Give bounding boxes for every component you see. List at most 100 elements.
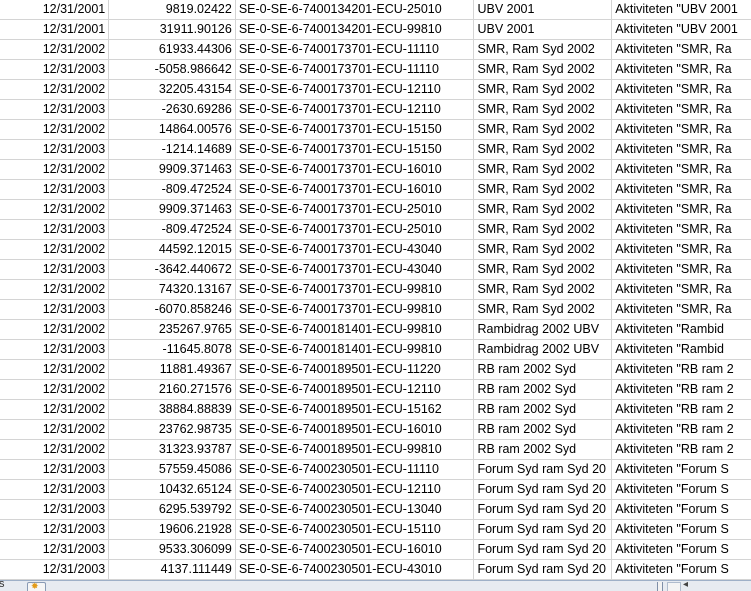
cell-date[interactable]: 12/31/2002: [0, 319, 110, 340]
cell-account-code[interactable]: SE-0-SE-6-7400189501-ECU-99810: [235, 439, 475, 460]
cell-project[interactable]: Forum Syd ram Syd 20: [473, 539, 613, 560]
cell-project[interactable]: SMR, Ram Syd 2002: [473, 99, 613, 120]
cell-description[interactable]: Aktiviteten "RB ram 2: [611, 419, 751, 440]
cell-account-code[interactable]: SE-0-SE-6-7400173701-ECU-25010: [235, 199, 475, 220]
cell-amount[interactable]: 57559.45086: [108, 459, 236, 480]
cell-account-code[interactable]: SE-0-SE-6-7400230501-ECU-13040: [235, 499, 475, 520]
cell-date[interactable]: 12/31/2002: [0, 439, 110, 460]
cell-description[interactable]: Aktiviteten "Rambid: [611, 339, 751, 360]
cell-description[interactable]: Aktiviteten "SMR, Ra: [611, 199, 751, 220]
cell-description[interactable]: Aktiviteten "SMR, Ra: [611, 259, 751, 280]
cell-project[interactable]: RB ram 2002 Syd: [473, 359, 613, 380]
cell-amount[interactable]: -809.472524: [108, 219, 236, 240]
cell-account-code[interactable]: SE-0-SE-6-7400173701-ECU-43040: [235, 239, 475, 260]
cell-project[interactable]: SMR, Ram Syd 2002: [473, 199, 613, 220]
cell-date[interactable]: 12/31/2001: [0, 19, 110, 40]
cell-amount[interactable]: 61933.44306: [108, 39, 236, 60]
cell-amount[interactable]: 9819.02422: [108, 0, 236, 20]
cell-description[interactable]: Aktiviteten "Forum S: [611, 539, 751, 560]
cell-project[interactable]: Forum Syd ram Syd 20: [473, 519, 613, 540]
cell-project[interactable]: Forum Syd ram Syd 20: [473, 559, 613, 580]
cell-project[interactable]: UBV 2001: [473, 0, 613, 20]
cell-date[interactable]: 12/31/2002: [0, 379, 110, 400]
cell-description[interactable]: Aktiviteten "SMR, Ra: [611, 179, 751, 200]
cell-amount[interactable]: 235267.9765: [108, 319, 236, 340]
cell-account-code[interactable]: SE-0-SE-6-7400189501-ECU-11220: [235, 359, 475, 380]
cell-date[interactable]: 12/31/2001: [0, 0, 110, 20]
cell-description[interactable]: Aktiviteten "UBV 2001: [611, 19, 751, 40]
cell-project[interactable]: RB ram 2002 Syd: [473, 419, 613, 440]
cell-description[interactable]: Aktiviteten "Rambid: [611, 319, 751, 340]
cell-description[interactable]: Aktiviteten "Forum S: [611, 459, 751, 480]
cell-account-code[interactable]: SE-0-SE-6-7400189501-ECU-16010: [235, 419, 475, 440]
cell-project[interactable]: SMR, Ram Syd 2002: [473, 239, 613, 260]
cell-amount[interactable]: 44592.12015: [108, 239, 236, 260]
cell-amount[interactable]: 11881.49367: [108, 359, 236, 380]
cell-project[interactable]: SMR, Ram Syd 2002: [473, 39, 613, 60]
cell-account-code[interactable]: SE-0-SE-6-7400189501-ECU-12110: [235, 379, 475, 400]
cell-amount[interactable]: 9909.371463: [108, 199, 236, 220]
cell-account-code[interactable]: SE-0-SE-6-7400173701-ECU-99810: [235, 299, 475, 320]
cell-project[interactable]: Rambidrag 2002 UBV: [473, 339, 613, 360]
cell-date[interactable]: 12/31/2003: [0, 179, 110, 200]
cell-date[interactable]: 12/31/2002: [0, 79, 110, 100]
cell-date[interactable]: 12/31/2002: [0, 279, 110, 300]
cell-project[interactable]: SMR, Ram Syd 2002: [473, 59, 613, 80]
cell-amount[interactable]: -1214.14689: [108, 139, 236, 160]
cell-date[interactable]: 12/31/2003: [0, 459, 110, 480]
cell-description[interactable]: Aktiviteten "SMR, Ra: [611, 279, 751, 300]
cell-account-code[interactable]: SE-0-SE-6-7400230501-ECU-11110: [235, 459, 475, 480]
cell-project[interactable]: Forum Syd ram Syd 20: [473, 479, 613, 500]
cell-project[interactable]: RB ram 2002 Syd: [473, 399, 613, 420]
cell-amount[interactable]: 6295.539792: [108, 499, 236, 520]
cell-date[interactable]: 12/31/2003: [0, 479, 110, 500]
cell-amount[interactable]: -11645.8078: [108, 339, 236, 360]
cell-description[interactable]: Aktiviteten "Forum S: [611, 519, 751, 540]
cell-amount[interactable]: 9909.371463: [108, 159, 236, 180]
cell-description[interactable]: Aktiviteten "Forum S: [611, 559, 751, 580]
cell-date[interactable]: 12/31/2003: [0, 59, 110, 80]
cell-project[interactable]: UBV 2001: [473, 19, 613, 40]
cell-date[interactable]: 12/31/2003: [0, 139, 110, 160]
cell-amount[interactable]: 38884.88839: [108, 399, 236, 420]
cell-amount[interactable]: 9533.306099: [108, 539, 236, 560]
cell-amount[interactable]: 23762.98735: [108, 419, 236, 440]
cell-account-code[interactable]: SE-0-SE-6-7400230501-ECU-43010: [235, 559, 475, 580]
cell-description[interactable]: Aktiviteten "SMR, Ra: [611, 59, 751, 80]
cell-description[interactable]: Aktiviteten "Forum S: [611, 479, 751, 500]
cell-project[interactable]: SMR, Ram Syd 2002: [473, 79, 613, 100]
cell-project[interactable]: SMR, Ram Syd 2002: [473, 179, 613, 200]
cell-project[interactable]: SMR, Ram Syd 2002: [473, 299, 613, 320]
cell-project[interactable]: SMR, Ram Syd 2002: [473, 279, 613, 300]
cell-project[interactable]: Forum Syd ram Syd 20: [473, 499, 613, 520]
cell-description[interactable]: Aktiviteten "Forum S: [611, 499, 751, 520]
cell-date[interactable]: 12/31/2002: [0, 119, 110, 140]
cell-date[interactable]: 12/31/2003: [0, 539, 110, 560]
cell-date[interactable]: 12/31/2002: [0, 239, 110, 260]
cell-account-code[interactable]: SE-0-SE-6-7400173701-ECU-16010: [235, 179, 475, 200]
cell-account-code[interactable]: SE-0-SE-6-7400189501-ECU-15162: [235, 399, 475, 420]
cell-project[interactable]: RB ram 2002 Syd: [473, 439, 613, 460]
cell-account-code[interactable]: SE-0-SE-6-7400181401-ECU-99810: [235, 339, 475, 360]
cell-account-code[interactable]: SE-0-SE-6-7400134201-ECU-99810: [235, 19, 475, 40]
cell-date[interactable]: 12/31/2003: [0, 499, 110, 520]
cell-date[interactable]: 12/31/2003: [0, 259, 110, 280]
cell-description[interactable]: Aktiviteten "RB ram 2: [611, 359, 751, 380]
cell-description[interactable]: Aktiviteten "SMR, Ra: [611, 299, 751, 320]
cell-date[interactable]: 12/31/2003: [0, 99, 110, 120]
cell-project[interactable]: Forum Syd ram Syd 20: [473, 459, 613, 480]
cell-date[interactable]: 12/31/2002: [0, 359, 110, 380]
cell-account-code[interactable]: SE-0-SE-6-7400173701-ECU-15150: [235, 119, 475, 140]
cell-date[interactable]: 12/31/2002: [0, 419, 110, 440]
cell-project[interactable]: RB ram 2002 Syd: [473, 379, 613, 400]
cell-account-code[interactable]: SE-0-SE-6-7400173701-ECU-11110: [235, 59, 475, 80]
cell-account-code[interactable]: SE-0-SE-6-7400173701-ECU-11110: [235, 39, 475, 60]
cell-project[interactable]: Rambidrag 2002 UBV: [473, 319, 613, 340]
cell-amount[interactable]: 14864.00576: [108, 119, 236, 140]
cell-date[interactable]: 12/31/2002: [0, 199, 110, 220]
cell-project[interactable]: SMR, Ram Syd 2002: [473, 119, 613, 140]
cell-account-code[interactable]: SE-0-SE-6-7400230501-ECU-15110: [235, 519, 475, 540]
cell-date[interactable]: 12/31/2003: [0, 339, 110, 360]
cell-amount[interactable]: 31911.90126: [108, 19, 236, 40]
cell-amount[interactable]: 4137.111449: [108, 559, 236, 580]
